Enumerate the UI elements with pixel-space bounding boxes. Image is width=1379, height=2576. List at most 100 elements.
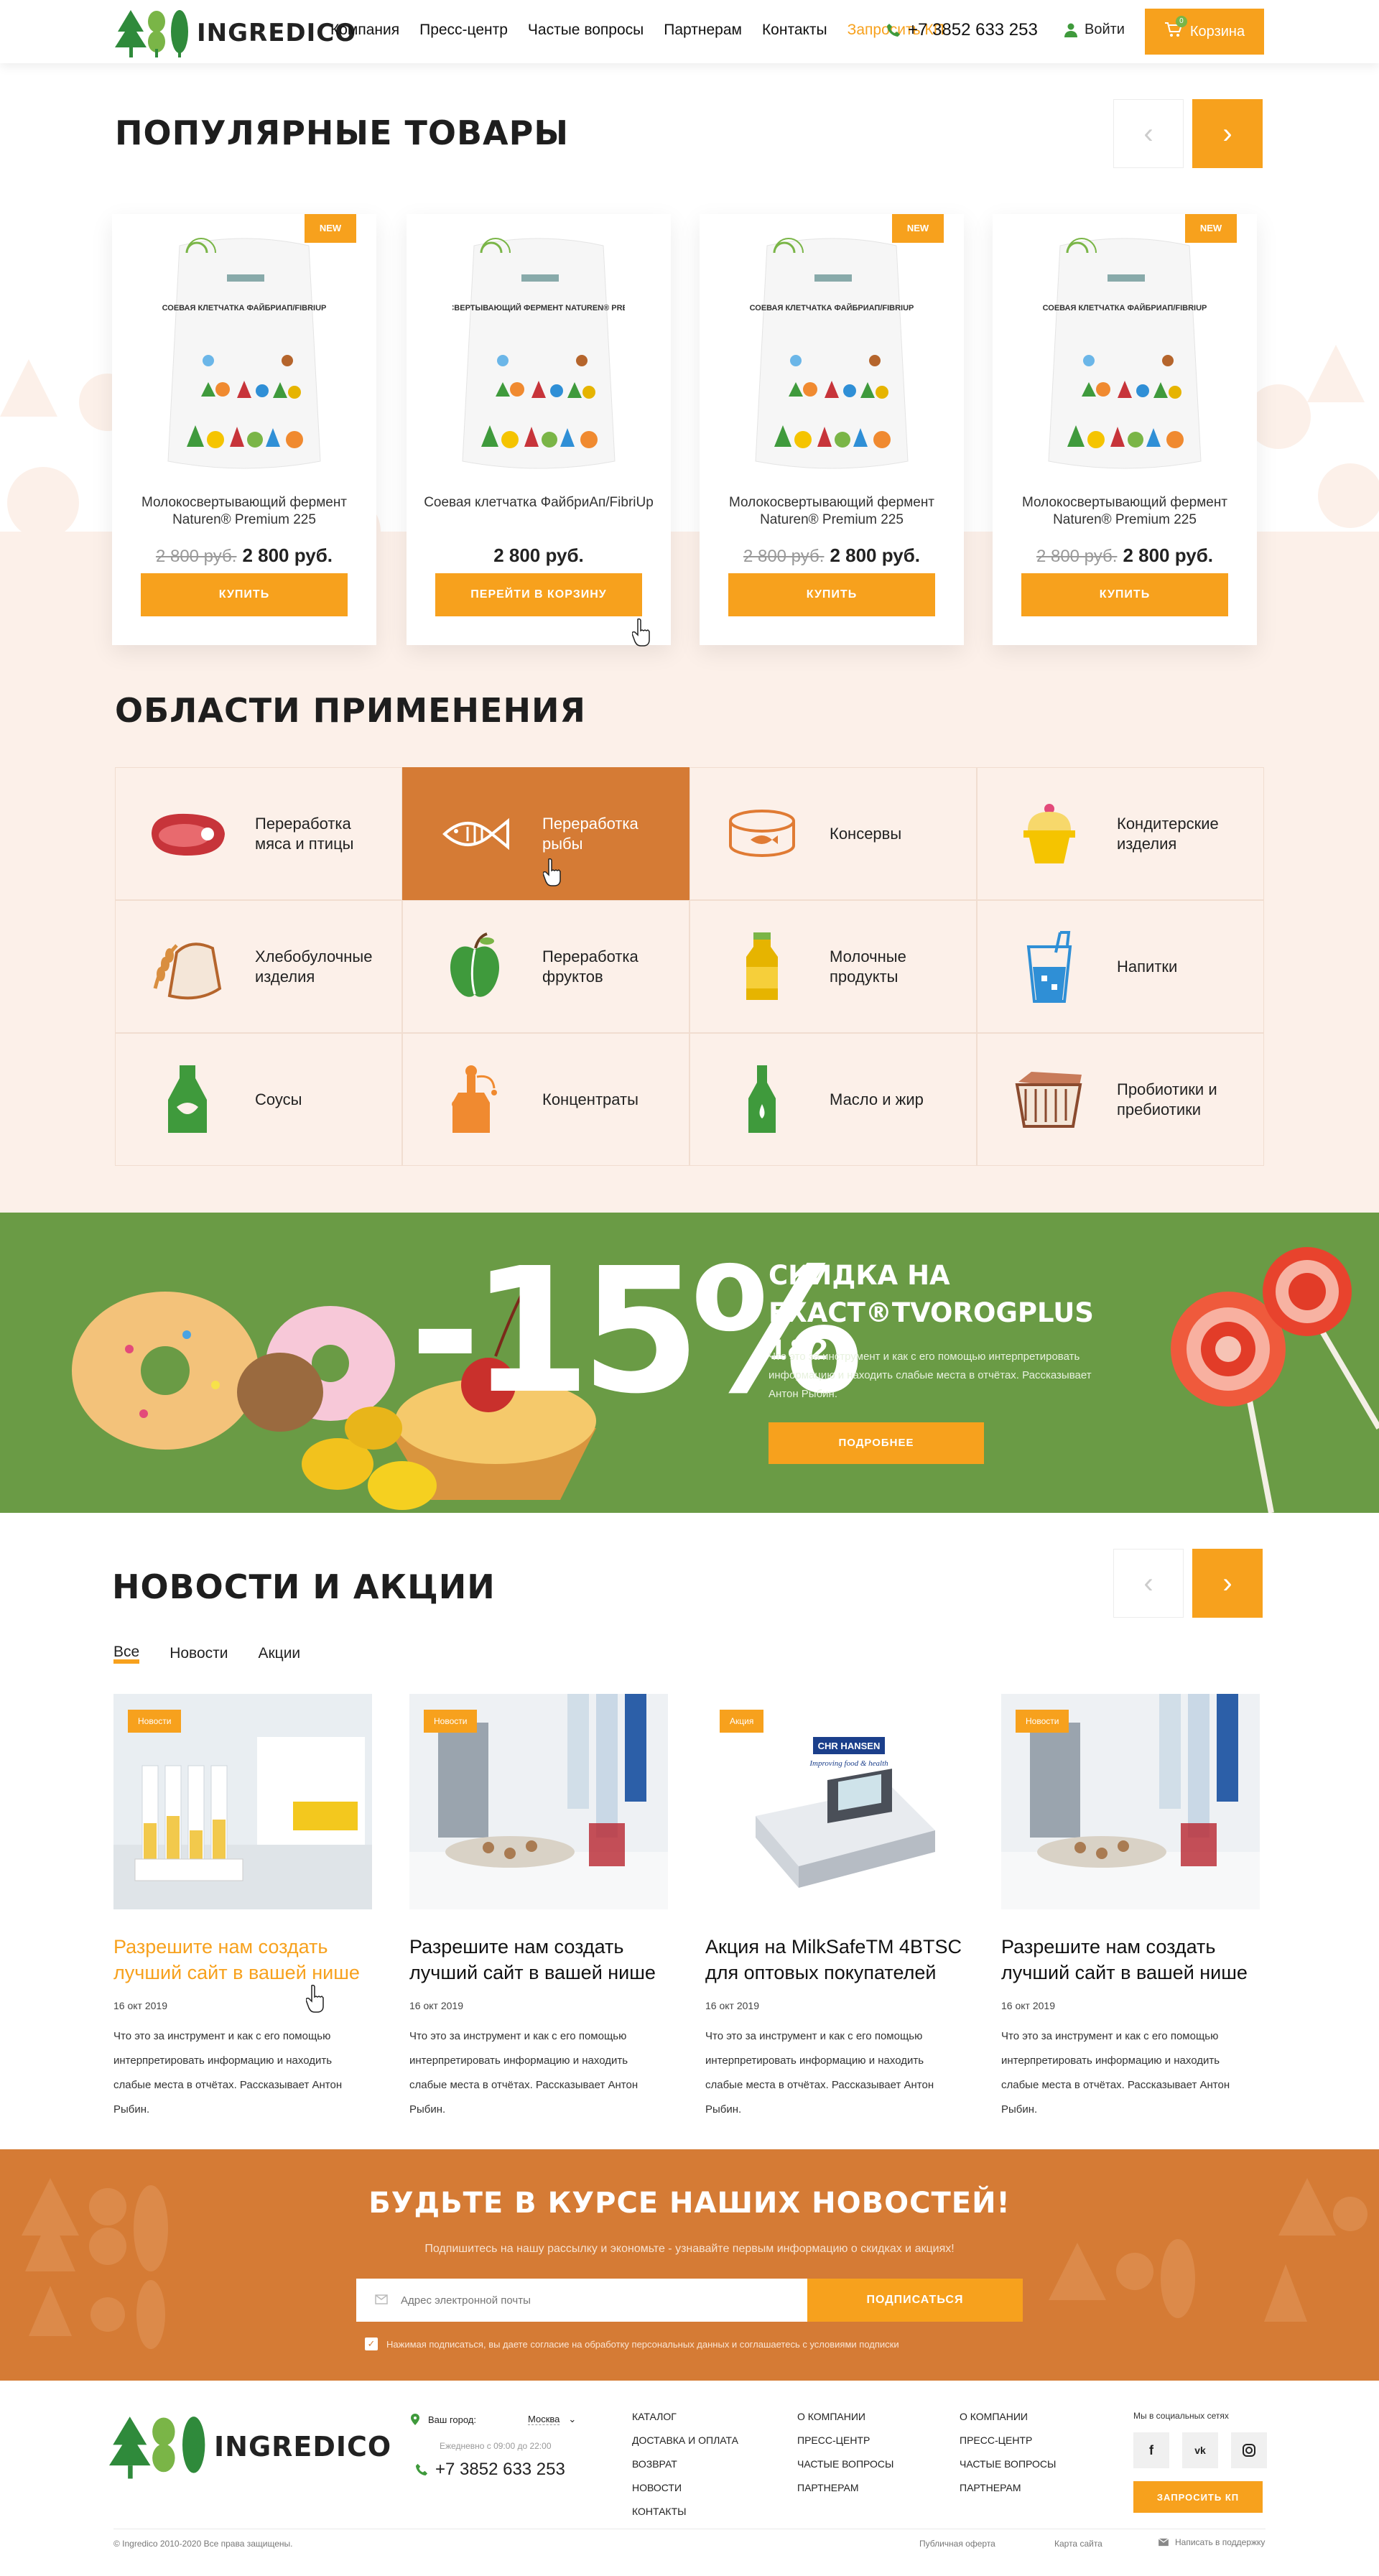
go-to-cart-button[interactable]: ПЕРЕЙТИ В КОРЗИНУ [435,573,642,616]
promo-banner[interactable]: -15% СКИДКА НА EXACT®TVOROGPLUS 1&2 Что … [0,1213,1379,1513]
product-package-image[interactable]: СОЕВАЯ КЛЕТЧАТКА ФАЙБРИАП/FIBRIUP [746,231,918,476]
brand-name: CHR HANSEN [818,1741,881,1751]
chevron-down-icon: ⌄ [568,2414,577,2424]
footer-link-news[interactable]: НОВОСТИ [632,2476,738,2500]
news-date: 16 окт 2019 [409,2000,463,2011]
footer-link-faq[interactable]: ЧАСТЫЕ ВОПРОСЫ [797,2452,893,2476]
area-label: Хлебобулочные изделия [255,947,373,986]
subscribe-button[interactable]: ПОДПИСАТЬСЯ [807,2279,1023,2322]
instagram-icon[interactable] [1231,2432,1267,2468]
buy-button[interactable]: КУПИТЬ [141,573,348,616]
product-package-image[interactable]: СОЕВАЯ КЛЕТЧАТКА ФАЙБРИАП/FIBRIUP [158,231,330,476]
product-name[interactable]: Молокосвертывающий фермент Naturen® Prem… [714,494,949,529]
footer-link-company[interactable]: О КОМПАНИИ [797,2405,893,2429]
product-old-price: 2 800 руб. [1036,547,1118,566]
news-image[interactable]: Новости [1001,1694,1260,1909]
buy-button[interactable]: КУПИТЬ [1021,573,1228,616]
logo[interactable]: INGREDICO [115,4,356,62]
footer-link-faq[interactable]: ЧАСТЫЕ ВОПРОСЫ [960,2452,1056,2476]
area-item[interactable]: Переработка мяса и птицы [115,767,402,900]
area-item[interactable]: Хлебобулочные изделия [115,900,402,1033]
news-image[interactable]: Новости [409,1694,668,1909]
vk-icon[interactable]: vk [1182,2432,1218,2468]
product-price-row: 2 800 руб. [407,545,671,567]
cart-button[interactable]: 0 Корзина [1145,9,1264,55]
footer-link-contacts[interactable]: КОНТАКТЫ [632,2500,738,2524]
nav-press[interactable]: Пресс-центр [419,22,508,39]
news-card[interactable]: CHR HANSEN Improving food & health Акция А… [705,1694,964,2122]
news-title[interactable]: Разрешите нам создать лучший сайт в ваше… [409,1934,668,1986]
package-label: СОЕВАЯ КЛЕТЧАТКА ФАЙБРИАП/FIBRIUP [162,303,327,312]
product-card[interactable]: NEW СОЕВАЯ КЛЕТЧАТКА ФАЙБРИАП/FIBRIUP Мо… [993,214,1257,645]
user-icon [1064,23,1077,37]
area-item[interactable]: Молочные продукты [690,900,977,1033]
footer-request-quote-button[interactable]: ЗАПРОСИТЬ КП [1133,2481,1263,2513]
news-next-button[interactable]: › [1192,1549,1263,1618]
footer-link-delivery[interactable]: ДОСТАВКА И ОПЛАТА [632,2429,738,2452]
main-nav: Компания Пресс-центр Частые вопросы Парт… [330,22,944,39]
product-card[interactable]: NEW СОЕВАЯ КЛЕТЧАТКА ФАЙБРИАП/FIBRIUP Мо… [112,214,376,645]
support-link[interactable]: Написать в поддержку [1158,2537,1265,2547]
product-name[interactable]: Молокосвертывающий фермент Naturen® Prem… [126,494,362,529]
area-item[interactable]: Переработка фруктов [402,900,690,1033]
footer-link-catalog[interactable]: КАТАЛОГ [632,2405,738,2429]
news-card[interactable]: Новости Разрешите нам создать лучший сай… [113,1694,372,2122]
email-input[interactable] [356,2279,807,2322]
city-dropdown[interactable]: Москва [528,2414,560,2425]
area-item[interactable]: Соусы [115,1033,402,1166]
footer-link-company[interactable]: О КОМПАНИИ [960,2405,1056,2429]
news-title[interactable]: Акция на MilkSafeTM 4BTSC для оптовых по… [705,1934,964,1986]
area-item[interactable]: Масло и жир [690,1033,977,1166]
footer-link-press[interactable]: ПРЕСС-ЦЕНТР [797,2429,893,2452]
chevron-right-icon: › [1222,117,1232,149]
footer-logo[interactable]: INGREDICO [109,2412,391,2481]
footer-phone[interactable]: +7 3852 633 253 [415,2460,565,2480]
area-item[interactable]: Пробиотики и пребиотики [977,1033,1264,1166]
news-image[interactable]: CHR HANSEN Improving food & health Акция [705,1694,964,1909]
product-name[interactable]: Молокосвертывающий фермент Naturen® Prem… [1007,494,1243,529]
news-title[interactable]: Разрешите нам создать лучший сайт в ваше… [1001,1934,1260,1986]
tab-news[interactable]: Новости [170,1645,228,1664]
tab-all[interactable]: Все [113,1644,140,1664]
nav-partners[interactable]: Партнерам [664,22,742,39]
product-card[interactable]: МОЛОКОСВЕРТЫВАЮЩИЙ ФЕРМЕНТ NATUREN® PREM… [407,214,671,645]
nav-contacts[interactable]: Контакты [762,22,827,39]
news-prev-button[interactable]: ‹ [1113,1549,1184,1618]
social-links: f vk [1133,2432,1267,2468]
popular-next-button[interactable]: › [1192,99,1263,168]
consent-checkbox[interactable]: ✓ [365,2338,378,2350]
area-item[interactable]: Консервы [690,767,977,900]
tab-promotions[interactable]: Акции [258,1645,300,1664]
package-label: СОЕВАЯ КЛЕТЧАТКА ФАЙБРИАП/FIBRIUP [1043,303,1207,312]
envelope-icon [1158,2538,1169,2547]
product-package-image[interactable]: МОЛОКОСВЕРТЫВАЮЩИЙ ФЕРМЕНТ NATUREN® PREM… [452,231,625,476]
nav-faq[interactable]: Частые вопросы [528,22,644,39]
product-package-image[interactable]: СОЕВАЯ КЛЕТЧАТКА ФАЙБРИАП/FIBRIUP [1039,231,1211,476]
public-offer-link[interactable]: Публичная оферта [919,2539,995,2549]
login-link[interactable]: Войти [1064,22,1125,38]
news-image[interactable]: Новости [113,1694,372,1909]
header-phone[interactable]: +7 3852 633 253 [886,20,1038,40]
footer-link-partners[interactable]: ПАРТНЕРАМ [960,2476,1056,2500]
nav-company[interactable]: Компания [330,22,399,39]
chevron-left-icon: ‹ [1143,117,1153,149]
area-item[interactable]: Кондитерские изделия [977,767,1264,900]
news-card[interactable]: Новости Разрешите нам создать лучший сай… [409,1694,668,2122]
area-item[interactable]: Концентраты [402,1033,690,1166]
dropper-bottle-icon [432,1064,518,1136]
footer-link-returns[interactable]: ВОЗВРАТ [632,2452,738,2476]
footer-link-partners[interactable]: ПАРТНЕРАМ [797,2476,893,2500]
area-item[interactable]: Напитки [977,900,1264,1033]
sitemap-link[interactable]: Карта сайта [1054,2539,1102,2549]
popular-prev-button[interactable]: ‹ [1113,99,1184,168]
footer-link-press[interactable]: ПРЕСС-ЦЕНТР [960,2429,1056,2452]
news-text: Что это за инструмент и как с его помощь… [113,2030,343,2116]
promo-more-button[interactable]: ПОДРОБНЕЕ [769,1422,984,1464]
support-label: Написать в поддержку [1175,2537,1266,2547]
news-card[interactable]: Новости Разрешите нам создать лучший сай… [1001,1694,1260,2122]
facebook-icon[interactable]: f [1133,2432,1169,2468]
buy-button[interactable]: КУПИТЬ [728,573,935,616]
news-title[interactable]: Разрешите нам создать лучший сайт в ваше… [113,1934,372,1986]
product-card[interactable]: NEW СОЕВАЯ КЛЕТЧАТКА ФАЙБРИАП/FIBRIUP Мо… [700,214,964,645]
product-name[interactable]: Соевая клетчатка ФайбриАп/FibriUp [421,494,656,511]
